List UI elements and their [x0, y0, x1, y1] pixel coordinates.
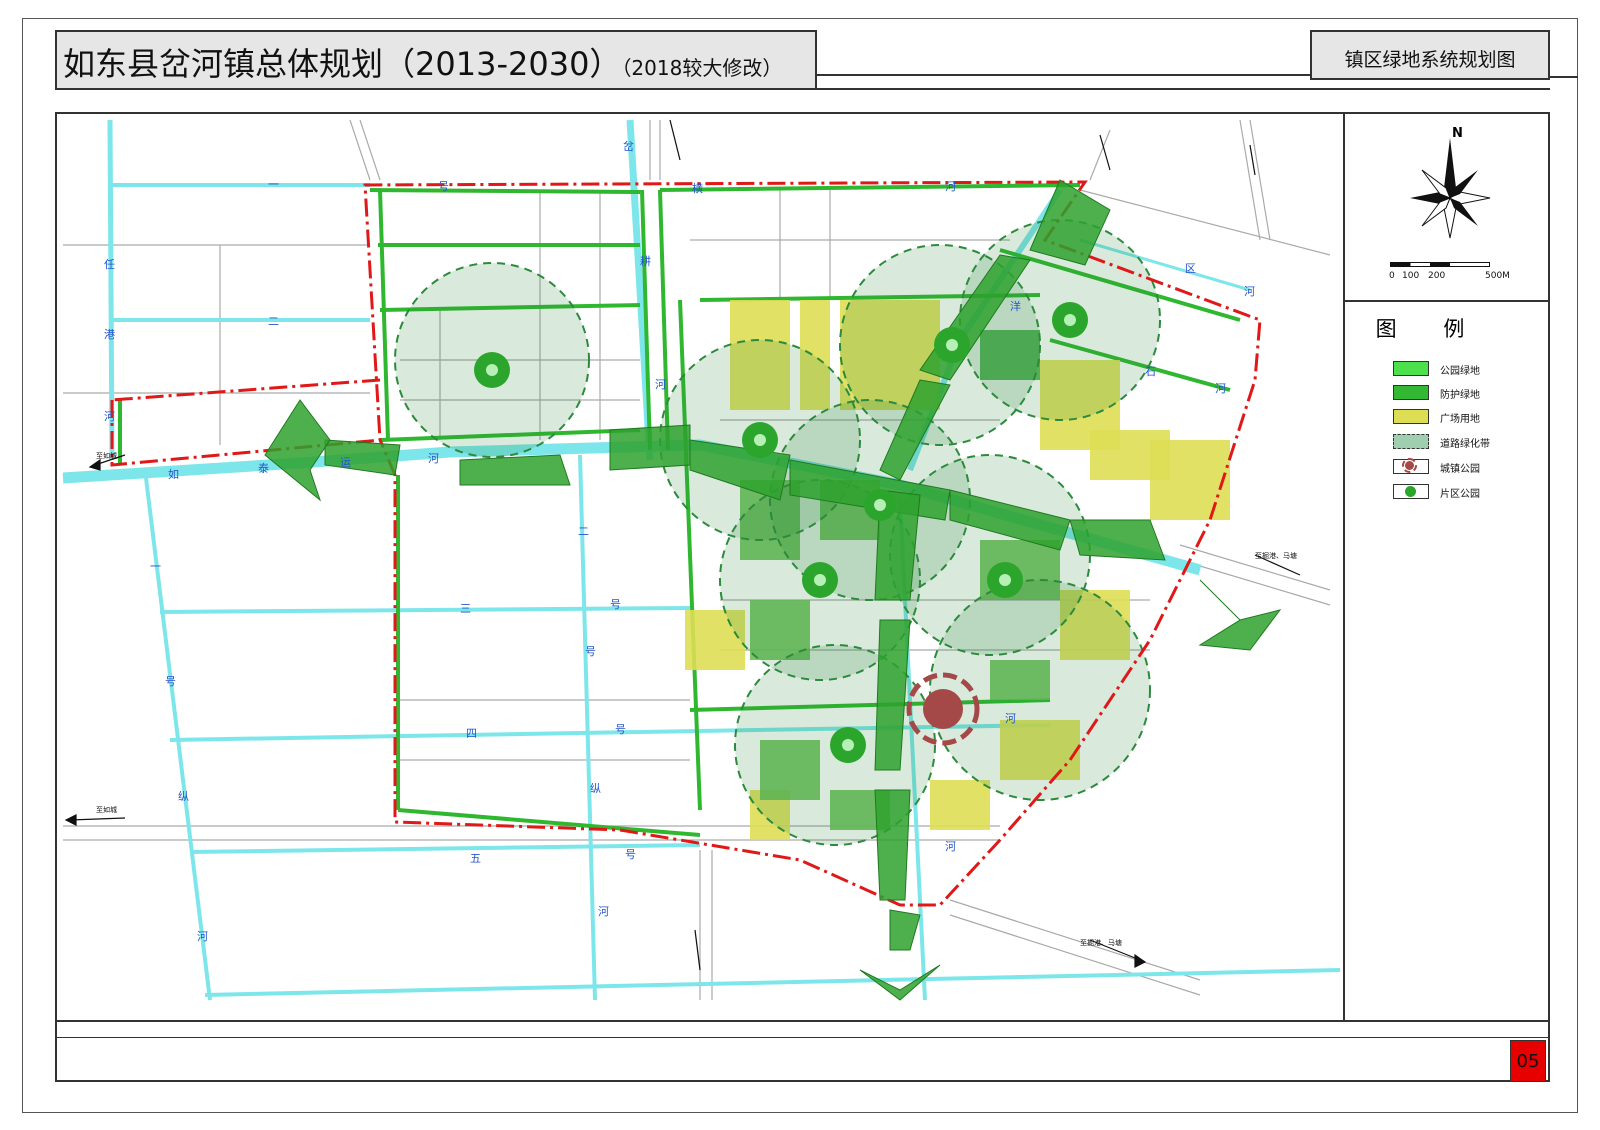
label-hao7: 号 — [585, 645, 596, 658]
label-hao4: 号 — [615, 723, 626, 736]
label-tai: 泰 — [258, 461, 269, 475]
legend-swatch-park — [1393, 361, 1429, 376]
legend-swatch-protective — [1393, 385, 1429, 400]
legend-hrule — [1343, 300, 1550, 302]
title-main-text: 如东县岔河镇总体规划（2013-2030） — [63, 45, 622, 83]
legend-label-road-greenbelt: 道路绿化带 — [1440, 439, 1490, 450]
road-network — [63, 119, 1331, 1000]
label-yun: 运 — [340, 456, 351, 469]
label-heng: 横 — [692, 181, 703, 195]
label-er: 二 — [268, 315, 279, 328]
label-geng: 耕 — [640, 254, 651, 268]
label-shi: 石 — [1145, 365, 1156, 378]
map-bottom-rule-2 — [55, 1037, 1550, 1038]
label-he5: 河 — [598, 905, 609, 918]
district-park-symbol-icon — [1405, 486, 1416, 497]
label-he1: 河 — [945, 180, 956, 193]
scale-label-200: 200 — [1428, 271, 1446, 281]
map-canvas: 一 号 河 任 港 河 二 如 泰 运 河 三 号 四 号 五 号 一 号 纵 … — [62, 119, 1341, 1001]
label-he8: 河 — [1215, 382, 1226, 395]
legend-swatch-district-park — [1393, 484, 1429, 499]
label-wu: 五 — [470, 852, 481, 865]
label-he4: 河 — [197, 930, 208, 943]
sheet-number: 05 — [1510, 1040, 1546, 1082]
label-qu: 区 — [1185, 262, 1196, 275]
legend-label-plaza: 广场用地 — [1440, 414, 1480, 425]
label-he6: 河 — [655, 378, 666, 391]
legend-label-town-park: 城镇公园 — [1440, 464, 1480, 475]
scale-label-100: 100 — [1402, 271, 1420, 281]
label-to-juegang-1: 至掘港、马塘 — [1255, 551, 1297, 560]
label-zong1: 纵 — [178, 790, 189, 803]
label-yi2: 一 — [150, 560, 161, 573]
title-underline — [817, 74, 1310, 76]
label-ru: 如 — [168, 467, 179, 481]
legend-label-park: 公园绿地 — [1440, 366, 1480, 377]
label-he9: 河 — [1005, 712, 1016, 725]
scale-label-0: 0 — [1389, 271, 1395, 281]
sheet-title: 镇区绿地系统规划图 — [1344, 49, 1516, 71]
label-yi: 一 — [268, 178, 279, 191]
legend-title: 图 例 — [1375, 317, 1485, 341]
label-hao6: 号 — [165, 675, 176, 688]
label-gang: 港 — [104, 328, 115, 341]
title-subtitle: （2018较大修改） — [621, 56, 783, 80]
label-he7: 河 — [1244, 285, 1255, 298]
label-to-rucheng-1: 至如城 — [96, 451, 117, 460]
label-si: 四 — [466, 727, 477, 740]
page-title: 如东县岔河镇总体规划（2013-2030）（2018较大修改） — [63, 39, 782, 85]
label-hao1: 号 — [438, 180, 449, 193]
scale-bar — [1390, 262, 1490, 267]
compass-north-label: N — [1452, 126, 1463, 141]
label-he10: 河 — [945, 840, 956, 853]
label-san: 三 — [460, 602, 471, 615]
label-to-rucheng-2: 至如城 — [96, 805, 117, 814]
label-hao5: 号 — [625, 848, 636, 861]
label-he2: 河 — [104, 410, 115, 423]
label-hao3: 号 — [610, 598, 621, 611]
legend-swatch-plaza — [1393, 409, 1429, 424]
legend-label-district-park: 片区公园 — [1440, 489, 1480, 500]
sheet-title-underline — [1550, 76, 1578, 78]
label-he3: 河 — [428, 452, 439, 465]
scale-label-500: 500M — [1485, 271, 1510, 281]
header-rule — [55, 88, 1550, 90]
legend-divider — [1343, 112, 1345, 1020]
label-er2: 二 — [578, 525, 589, 538]
label-to-juegang-2: 至掘港、马塘 — [1080, 938, 1122, 947]
compass-icon — [1410, 138, 1491, 239]
river-network — [62, 119, 1341, 1001]
label-ren: 任 — [104, 258, 115, 271]
label-cha: 岔 — [623, 140, 634, 153]
town-park-symbol-icon — [1402, 458, 1417, 473]
label-yang: 洋 — [1010, 299, 1021, 313]
map-bottom-rule — [55, 1020, 1550, 1022]
label-zong2: 纵 — [590, 782, 601, 795]
legend-label-protective: 防护绿地 — [1440, 390, 1480, 401]
legend-swatch-town-park — [1393, 458, 1429, 474]
legend-swatch-road-greenbelt — [1393, 434, 1429, 449]
